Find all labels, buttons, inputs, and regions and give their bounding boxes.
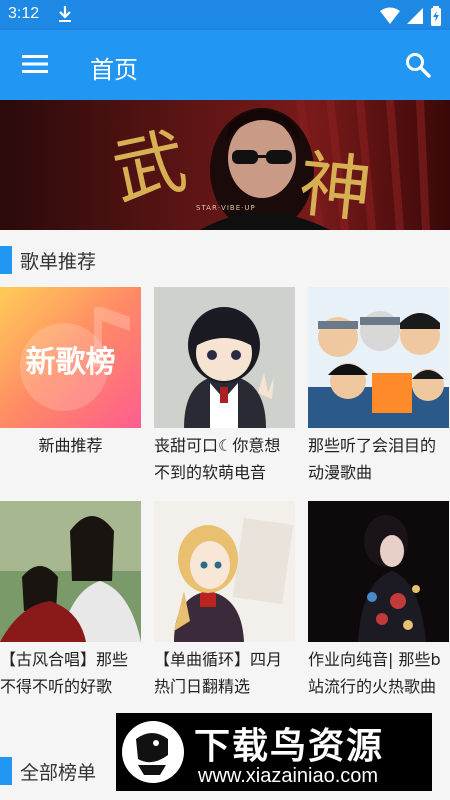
status-time: 3:12: [8, 5, 40, 22]
playlist-card[interactable]: 【单曲循环】四月热门日翻精选: [154, 501, 295, 700]
search-icon[interactable]: [404, 51, 432, 79]
playlist-card[interactable]: 那些听了会泪目的动漫歌曲: [308, 287, 449, 486]
banner-title-2: 神: [295, 141, 376, 230]
playlist-title: 那些听了会泪目的动漫歌曲: [308, 436, 437, 482]
watermark-logo: [122, 721, 184, 783]
banner-carousel[interactable]: 武 神 STAR·VIBE·UP: [0, 100, 450, 230]
battery-icon: [430, 6, 442, 30]
playlist-cover: [0, 501, 141, 642]
playlist-cover-text: 新歌榜: [25, 345, 116, 380]
section-header-rankings: 全部榜单: [0, 756, 96, 786]
section-header-playlists: 歌单推荐: [0, 245, 96, 275]
watermark-url: www.xiazainiao.com: [198, 765, 379, 787]
status-bar: 3:12: [0, 0, 450, 30]
playlist-card[interactable]: 新歌榜 新曲推荐: [0, 287, 141, 486]
playlist-title: 作业向纯音| 那些b站流行的火热歌曲: [308, 650, 441, 696]
playlist-cover: [308, 501, 449, 642]
signal-icon: [406, 7, 424, 29]
download-icon: [56, 4, 74, 28]
playlist-card[interactable]: 【古风合唱】那些不得不听的好歌: [0, 501, 141, 700]
wifi-icon: [380, 7, 400, 29]
watermark-overlay: 下载鸟资源 www.xiazainiao.com: [116, 713, 432, 791]
playlist-card[interactable]: 丧甜可口☾你意想不到的软萌电音: [154, 287, 295, 486]
playlist-cover: [154, 501, 295, 642]
section-accent-bar: [0, 757, 12, 785]
playlist-cover: [154, 287, 295, 428]
playlist-card[interactable]: 作业向纯音| 那些b站流行的火热歌曲: [308, 501, 449, 700]
watermark-brand: 下载鸟资源: [194, 726, 385, 767]
section-title: 全部榜单: [20, 761, 97, 784]
playlist-title: 丧甜可口☾你意想不到的软萌电音: [154, 436, 281, 482]
menu-icon[interactable]: [22, 52, 48, 76]
playlist-cover: 新歌榜: [0, 287, 141, 428]
section-accent-bar: [0, 246, 12, 274]
app-bar: 首页: [0, 30, 450, 100]
playlist-title: 【单曲循环】四月热门日翻精选: [154, 650, 283, 696]
section-title: 歌单推荐: [20, 250, 97, 273]
playlist-cover: [308, 287, 449, 428]
playlist-title: 【古风合唱】那些不得不听的好歌: [0, 650, 129, 696]
playlist-title: 新曲推荐: [38, 436, 103, 455]
banner-caption: STAR·VIBE·UP: [196, 204, 256, 212]
page-title: 首页: [90, 56, 138, 84]
